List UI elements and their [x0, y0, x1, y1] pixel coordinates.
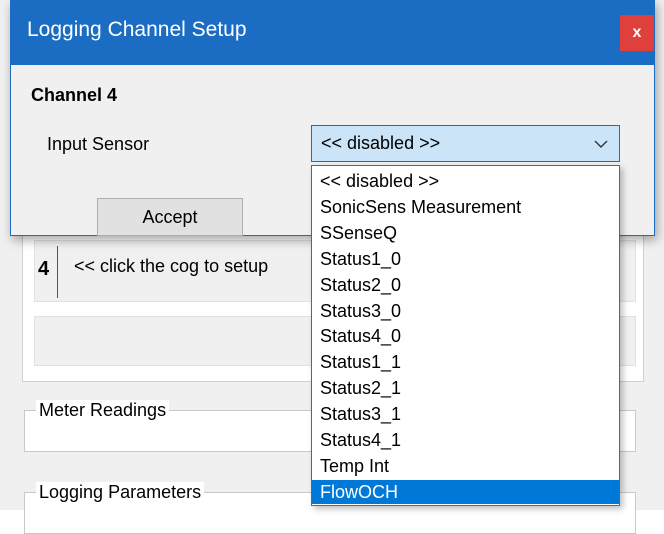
channel-title: Channel 4 — [31, 85, 118, 105]
dropdown-option[interactable]: Status1_0 — [312, 247, 619, 271]
channel-hint: << click the cog to setup — [74, 256, 269, 276]
input-sensor-dropdown[interactable]: << disabled >> SonicSens Measurement SSens… — [311, 165, 620, 506]
dropdown-option[interactable]: Status4_1 — [312, 428, 619, 452]
dialog-titlebar[interactable]: Logging Channel Setup x — [11, 1, 654, 65]
channel-number: 4 — [38, 258, 50, 280]
close-button[interactable]: x — [620, 15, 654, 51]
input-sensor-select[interactable]: << disabled >> — [311, 125, 620, 162]
input-sensor-value: << disabled >> — [321, 133, 441, 153]
dropdown-option[interactable]: Status2_0 — [312, 273, 619, 297]
dropdown-option[interactable]: << disabled >> — [312, 169, 619, 193]
close-icon: x — [632, 24, 642, 41]
dropdown-option[interactable]: Status3_0 — [312, 299, 619, 323]
dialog-title: Logging Channel Setup — [27, 18, 247, 41]
dropdown-option[interactable]: SSenseQ — [312, 221, 619, 245]
accept-button[interactable]: Accept — [97, 198, 243, 236]
dropdown-option[interactable]: FlowOCH — [312, 479, 619, 504]
channel-separator — [57, 246, 58, 298]
meter-readings-title: Meter Readings — [36, 400, 170, 421]
logging-parameters-title: Logging Parameters — [36, 482, 205, 503]
dropdown-option[interactable]: Status4_0 — [312, 324, 619, 348]
dropdown-option[interactable]: Temp Int — [312, 454, 619, 478]
input-sensor-label: Input Sensor — [47, 134, 150, 154]
dropdown-option[interactable]: Status3_1 — [312, 402, 619, 426]
dropdown-option[interactable]: SonicSens Measurement — [312, 195, 619, 219]
chevron-down-icon — [594, 140, 608, 148]
dropdown-option[interactable]: Status2_1 — [312, 376, 619, 400]
dropdown-option[interactable]: Status1_1 — [312, 350, 619, 374]
